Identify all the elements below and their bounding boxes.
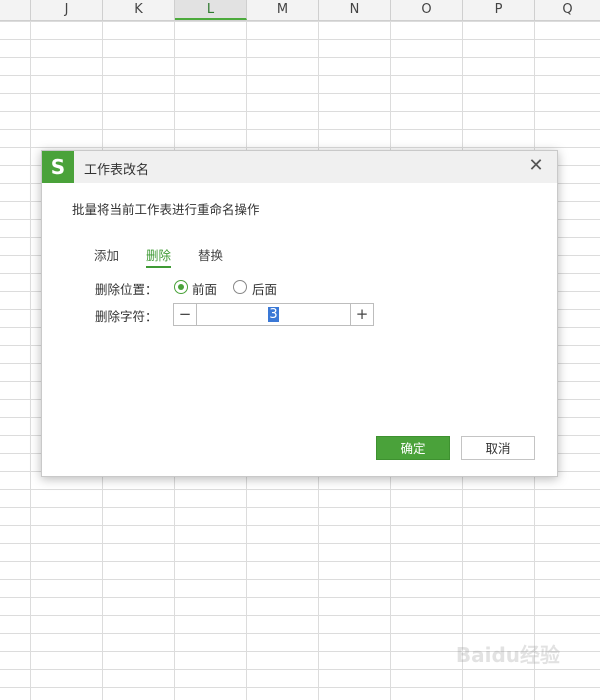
- watermark: Baidu经验: [455, 643, 560, 667]
- dialog-title: 工作表改名: [84, 163, 150, 178]
- delete-chars-input[interactable]: 3: [197, 304, 350, 325]
- ok-button[interactable]: 确定: [376, 436, 450, 460]
- column-header-n[interactable]: N: [319, 0, 391, 20]
- app-logo-icon: S: [42, 151, 74, 183]
- increment-button[interactable]: +: [350, 304, 373, 325]
- column-header-q[interactable]: Q: [535, 0, 600, 20]
- column-header-k[interactable]: K: [103, 0, 175, 20]
- grid-line: [30, 21, 31, 700]
- delete-chars-value: 3: [268, 307, 279, 322]
- tab-replace[interactable]: 替换: [198, 245, 223, 264]
- cancel-button[interactable]: 取消: [461, 436, 535, 460]
- tab-delete[interactable]: 删除: [146, 245, 172, 268]
- delete-chars-stepper: − 3 +: [173, 303, 374, 326]
- rename-sheet-dialog: S 工作表改名 ✕ 批量将当前工作表进行重命名操作 添加 删除 替换 删除位置：…: [41, 150, 558, 477]
- column-header-m[interactable]: M: [247, 0, 319, 20]
- radio-back[interactable]: [233, 280, 247, 294]
- close-icon[interactable]: ✕: [525, 155, 547, 177]
- radio-front[interactable]: [174, 280, 188, 294]
- decrement-button[interactable]: −: [174, 304, 197, 325]
- column-header-o[interactable]: O: [391, 0, 463, 20]
- radio-front-label[interactable]: 前面: [192, 279, 217, 298]
- column-header-corner: [0, 0, 31, 20]
- column-header-l[interactable]: L: [175, 0, 247, 20]
- column-header-j[interactable]: J: [31, 0, 103, 20]
- column-header-bar: J K L M N O P Q: [0, 0, 600, 21]
- delete-position-label: 删除位置：: [95, 282, 158, 297]
- delete-chars-label: 删除字符：: [95, 309, 158, 324]
- dialog-titlebar[interactable]: S 工作表改名 ✕: [42, 151, 557, 183]
- tab-add[interactable]: 添加: [94, 245, 119, 264]
- column-header-p[interactable]: P: [463, 0, 535, 20]
- radio-back-label[interactable]: 后面: [252, 279, 277, 298]
- dialog-description: 批量将当前工作表进行重命名操作: [72, 202, 260, 217]
